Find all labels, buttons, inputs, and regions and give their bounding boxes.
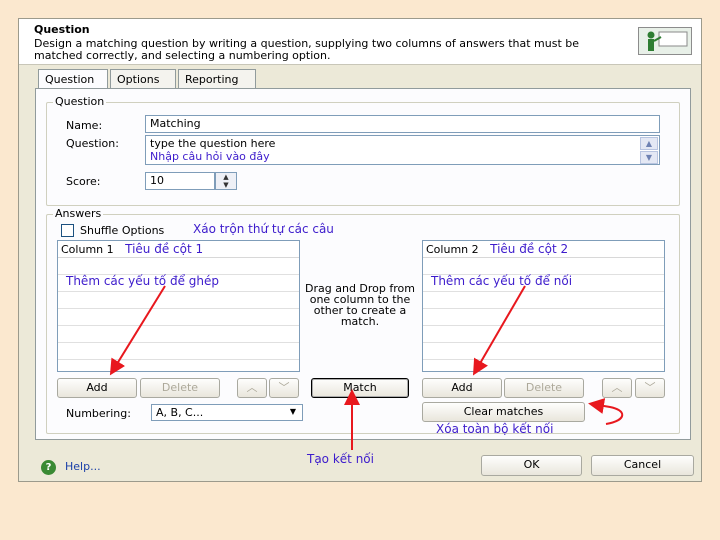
move-down-column2-icon[interactable]: ﹀ bbox=[635, 378, 665, 398]
score-field[interactable]: 10 bbox=[145, 172, 215, 190]
move-down-column1-icon[interactable]: ﹀ bbox=[269, 378, 299, 398]
column2-list[interactable]: Column 2 Tiêu đề cột 2 Thêm các yếu tố đ… bbox=[422, 240, 665, 372]
add-column2-button[interactable]: Add bbox=[422, 378, 502, 398]
shuffle-note-annotation: Xáo trộn thứ tự các câu bbox=[193, 222, 334, 236]
numbering-value: A, B, C... bbox=[156, 406, 204, 419]
column2-header[interactable]: Column 2 Tiêu đề cột 2 bbox=[423, 241, 664, 258]
question-label: Question: bbox=[66, 137, 119, 150]
move-up-column1-icon[interactable]: ︿ bbox=[237, 378, 267, 398]
match-note-annotation: Tạo kết nối bbox=[307, 452, 374, 466]
question-tab-panel: Question Name: Matching Question: type t… bbox=[35, 88, 691, 440]
question-group-legend: Question bbox=[53, 95, 107, 108]
shuffle-checkbox[interactable] bbox=[61, 224, 74, 237]
spin-down-icon[interactable]: ▼ bbox=[216, 181, 236, 189]
add-column1-button[interactable]: Add bbox=[57, 378, 137, 398]
name-field[interactable]: Matching bbox=[145, 115, 660, 133]
score-spinner[interactable]: ▲ ▼ bbox=[215, 172, 237, 190]
scroll-up-icon[interactable]: ▲ bbox=[640, 137, 658, 150]
tab-question[interactable]: Question bbox=[38, 69, 108, 90]
column2-header-text: Column 2 bbox=[426, 243, 479, 256]
score-label: Score: bbox=[66, 175, 101, 188]
question-text: type the question here bbox=[150, 137, 276, 150]
dialog-title: Question bbox=[34, 23, 90, 36]
scroll-down-icon[interactable]: ▼ bbox=[640, 151, 658, 164]
tab-options[interactable]: Options bbox=[110, 69, 176, 89]
ok-button[interactable]: OK bbox=[481, 455, 582, 476]
drag-drop-hint: Drag and Drop from one column to the oth… bbox=[305, 282, 415, 328]
match-button[interactable]: Match bbox=[311, 378, 409, 398]
column2-header-annotation: Tiêu đề cột 2 bbox=[490, 242, 569, 256]
column1-header-text: Column 1 bbox=[61, 243, 114, 256]
column1-header-annotation: Tiêu đề cột 1 bbox=[125, 242, 204, 256]
name-label: Name: bbox=[66, 119, 103, 132]
tab-reporting[interactable]: Reporting bbox=[178, 69, 256, 89]
delete-column1-button[interactable]: Delete bbox=[140, 378, 220, 398]
question-field[interactable]: type the question here Nhập câu hỏi vào … bbox=[145, 135, 660, 165]
matching-question-icon bbox=[638, 27, 692, 55]
question-group: Question Name: Matching Question: type t… bbox=[46, 95, 680, 206]
question-note-annotation: Nhập câu hỏi vào đây bbox=[150, 150, 270, 163]
column1-header[interactable]: Column 1 Tiêu đề cột 1 bbox=[58, 241, 299, 258]
clear-matches-button[interactable]: Clear matches bbox=[422, 402, 585, 422]
numbering-select[interactable]: A, B, C... ▼ bbox=[151, 404, 303, 421]
column1-list[interactable]: Column 1 Tiêu đề cột 1 Thêm các yếu tố đ… bbox=[57, 240, 300, 372]
column2-items-annotation: Thêm các yếu tố để nối bbox=[431, 274, 573, 288]
move-up-column2-icon[interactable]: ︿ bbox=[602, 378, 632, 398]
help-icon[interactable]: ? bbox=[41, 460, 56, 475]
delete-column2-button[interactable]: Delete bbox=[504, 378, 584, 398]
dialog-header: Question Design a matching question by w… bbox=[19, 19, 701, 65]
answers-group-legend: Answers bbox=[53, 207, 104, 220]
answers-group: Answers Shuffle Options Xáo trộn thứ tự … bbox=[46, 207, 680, 436]
spin-up-icon[interactable]: ▲ bbox=[216, 173, 236, 181]
shuffle-label[interactable]: Shuffle Options bbox=[80, 224, 164, 237]
question-dialog: Question Design a matching question by w… bbox=[18, 18, 702, 482]
numbering-label: Numbering: bbox=[66, 407, 131, 420]
chevron-down-icon[interactable]: ▼ bbox=[285, 406, 301, 418]
help-link[interactable]: Help... bbox=[65, 460, 101, 473]
column1-items-annotation: Thêm các yếu tố để ghép bbox=[66, 274, 219, 288]
cancel-button[interactable]: Cancel bbox=[591, 455, 694, 476]
dialog-description: Design a matching question by writing a … bbox=[34, 37, 580, 62]
clear-note-annotation: Xóa toàn bộ kết nối bbox=[436, 422, 554, 436]
